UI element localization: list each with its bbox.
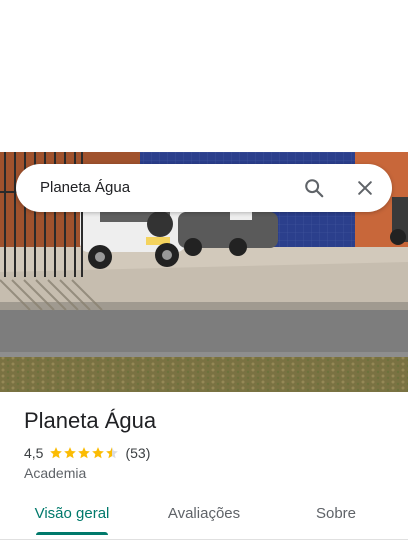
star-icon — [50, 447, 63, 459]
close-icon — [358, 181, 372, 195]
tab-overview[interactable]: Visão geral — [24, 496, 120, 532]
blank-area — [0, 0, 408, 152]
reviews-count: (53) — [125, 445, 151, 461]
divider — [0, 539, 408, 540]
tab-bar: Visão geral Avaliações Sobre — [0, 496, 408, 536]
place-title: Planeta Água — [24, 408, 157, 433]
star-icon — [106, 447, 119, 459]
rating-value: 4,5 — [24, 445, 44, 461]
tab-about[interactable]: Sobre — [296, 496, 376, 532]
active-tab-indicator — [36, 532, 108, 535]
search-bar[interactable]: Planeta Água — [16, 164, 392, 212]
star-icon — [78, 447, 91, 459]
search-query[interactable]: Planeta Água — [40, 164, 130, 212]
rating-stars — [49, 446, 119, 460]
search-button[interactable] — [298, 172, 330, 204]
place-category[interactable]: Academia — [24, 465, 86, 481]
clear-search-button[interactable] — [349, 172, 381, 204]
star-icon — [92, 447, 105, 459]
star-icon — [64, 447, 77, 459]
search-icon — [305, 179, 324, 198]
rating-row[interactable]: 4,5 (53) — [24, 444, 150, 462]
tab-reviews[interactable]: Avaliações — [154, 496, 254, 532]
